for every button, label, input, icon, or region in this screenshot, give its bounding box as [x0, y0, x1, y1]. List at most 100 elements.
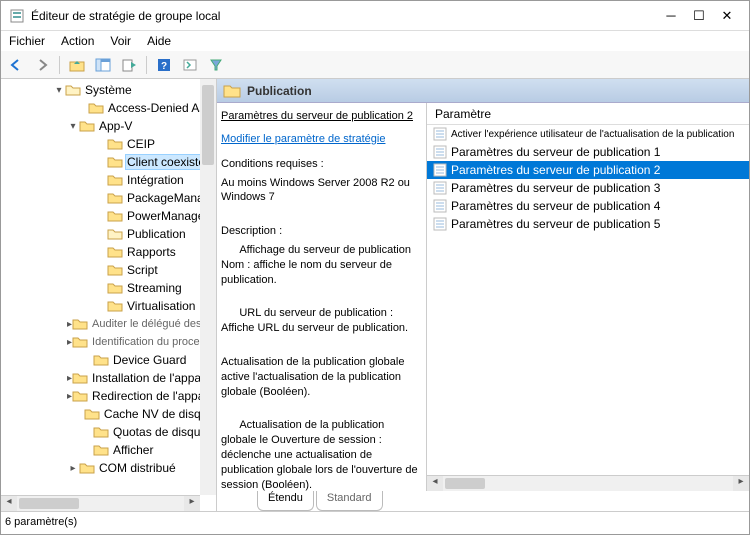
tree-item[interactable]: Quotas de disque — [5, 423, 216, 441]
edit-policy-link[interactable]: Modifier le paramètre de stratégie — [221, 132, 422, 147]
tree-item[interactable]: ▸COM distribué — [5, 459, 216, 477]
toolbar-sep — [59, 56, 60, 74]
tree-label: Afficher — [111, 443, 155, 457]
tree-item[interactable]: PackageManag — [5, 189, 216, 207]
menu-action[interactable]: Action — [57, 32, 98, 50]
list-row[interactable]: Paramètres du serveur de publication 1 — [427, 143, 749, 161]
tree-label: Système — [83, 83, 134, 97]
folder-icon — [79, 461, 95, 475]
tree-item[interactable]: Device Guard — [5, 351, 216, 369]
menu-help[interactable]: Aide — [143, 32, 175, 50]
description-pane: Paramètres du serveur de publication 2 M… — [217, 103, 427, 491]
export-button[interactable] — [118, 54, 140, 76]
list-row[interactable]: Paramètres du serveur de publication 4 — [427, 197, 749, 215]
folder-icon — [107, 299, 123, 313]
list-row-label: Paramètres du serveur de publication 4 — [451, 199, 660, 213]
tab-extended[interactable]: Étendu — [257, 491, 314, 511]
filter-button[interactable] — [205, 54, 227, 76]
folder-icon — [107, 155, 123, 169]
tree-item[interactable]: Client coexisté — [5, 153, 216, 171]
expander-icon[interactable]: ▾ — [67, 121, 79, 132]
tree-label: Streaming — [125, 281, 184, 295]
statusbar: 6 paramètre(s) — [1, 511, 749, 531]
show-hide-tree-button[interactable] — [92, 54, 114, 76]
tree-item[interactable]: Streaming — [5, 279, 216, 297]
close-button[interactable]: ✕ — [713, 6, 741, 26]
list-hscroll-left[interactable]: ◂ — [427, 476, 443, 491]
content-body: Paramètres du serveur de publication 2 M… — [217, 103, 749, 491]
tree-item[interactable]: Afficher — [5, 441, 216, 459]
folder-icon — [107, 191, 123, 205]
toolbar: ? — [1, 51, 749, 79]
tree-item[interactable]: Virtualisation — [5, 297, 216, 315]
tree-vscroll-thumb[interactable] — [202, 85, 214, 165]
list-row[interactable]: Paramètres du serveur de publication 2 — [427, 161, 749, 179]
description-text-2: URL du serveur de publication : Affiche … — [221, 306, 422, 336]
tree-item[interactable]: ▾App-V — [5, 117, 216, 135]
tree-label: Device Guard — [111, 353, 188, 367]
expander-icon[interactable]: ▾ — [53, 85, 65, 96]
up-folder-button[interactable] — [66, 54, 88, 76]
folder-icon — [72, 389, 88, 403]
tree-item[interactable]: Publication — [5, 225, 216, 243]
menubar: Fichier Action Voir Aide — [1, 31, 749, 51]
menu-view[interactable]: Voir — [106, 32, 135, 50]
tree-item[interactable]: ▸Auditer le délégué des informations — [5, 315, 216, 333]
list-row[interactable]: Paramètres du serveur de publication 3 — [427, 179, 749, 197]
toolbar-sep2 — [146, 56, 147, 74]
tree-label: Publication — [125, 227, 188, 241]
tree-item[interactable]: ▸Redirection de l'appareil — [5, 387, 216, 405]
tree-item[interactable]: Script — [5, 261, 216, 279]
folder-icon — [107, 281, 123, 295]
setting-icon — [433, 163, 447, 177]
tree-item[interactable]: Cache NV de disque — [5, 405, 216, 423]
list-row[interactable]: Activer l'expérience utilisateur de l'ac… — [427, 125, 749, 143]
settings-list-pane: Paramètre Activer l'expérience utilisate… — [427, 103, 749, 491]
tree-hscroll[interactable]: ◂ ▸ — [1, 495, 200, 511]
list-row-label: Paramètres du serveur de publication 5 — [451, 217, 660, 231]
tree-item[interactable]: Access-Denied Assi — [5, 99, 216, 117]
maximize-button[interactable]: ☐ — [685, 6, 713, 26]
list-hscroll[interactable]: ◂ ▸ — [427, 475, 749, 491]
list-hscroll-thumb[interactable] — [445, 478, 485, 489]
folder-icon — [88, 101, 104, 115]
folder-icon — [79, 119, 95, 133]
list-row[interactable]: Paramètres du serveur de publication 5 — [427, 215, 749, 233]
hscroll-thumb[interactable] — [19, 498, 79, 509]
minimize-button[interactable]: ─ — [657, 6, 685, 26]
setting-icon — [433, 127, 447, 141]
tree-item[interactable]: ▸Identification du processus de capture — [5, 333, 216, 351]
tree-item[interactable]: ▸Installation de l'appareil — [5, 369, 216, 387]
tree-vscroll[interactable] — [200, 79, 216, 495]
properties-button[interactable] — [179, 54, 201, 76]
folder-icon — [93, 425, 109, 439]
hscroll-right[interactable]: ▸ — [184, 496, 200, 511]
setting-icon — [433, 217, 447, 231]
list-row-label: Paramètres du serveur de publication 3 — [451, 181, 660, 195]
tree-item[interactable]: PowerManagen — [5, 207, 216, 225]
tab-standard[interactable]: Standard — [316, 491, 383, 511]
expander-icon[interactable]: ▸ — [67, 463, 79, 474]
list-hscroll-right[interactable]: ▸ — [733, 476, 749, 491]
menu-file[interactable]: Fichier — [5, 32, 49, 50]
tree-label: Client coexisté — [125, 154, 207, 170]
help-button[interactable]: ? — [153, 54, 175, 76]
forward-button[interactable] — [31, 54, 53, 76]
tree-item[interactable]: CEIP — [5, 135, 216, 153]
folder-icon — [107, 245, 123, 259]
tree-item[interactable]: Intégration — [5, 171, 216, 189]
setting-icon — [433, 181, 447, 195]
view-tabs: Étendu Standard — [217, 491, 749, 511]
folder-icon — [72, 335, 88, 349]
tree-label: Redirection de l'appareil — [90, 389, 217, 403]
list-header[interactable]: Paramètre — [427, 103, 749, 125]
content-header-text: Publication — [247, 84, 312, 98]
tree-item-root[interactable]: ▾ Système — [5, 81, 216, 99]
back-button[interactable] — [5, 54, 27, 76]
hscroll-left[interactable]: ◂ — [1, 496, 17, 511]
tree-label: Intégration — [125, 173, 186, 187]
tree-item[interactable]: Rapports — [5, 243, 216, 261]
app-icon — [9, 8, 25, 24]
list-row-label: Activer l'expérience utilisateur de l'ac… — [451, 129, 734, 140]
tree-pane[interactable]: ▾ Système Access-Denied Assi▾App-VCEIPClie… — [1, 79, 217, 511]
